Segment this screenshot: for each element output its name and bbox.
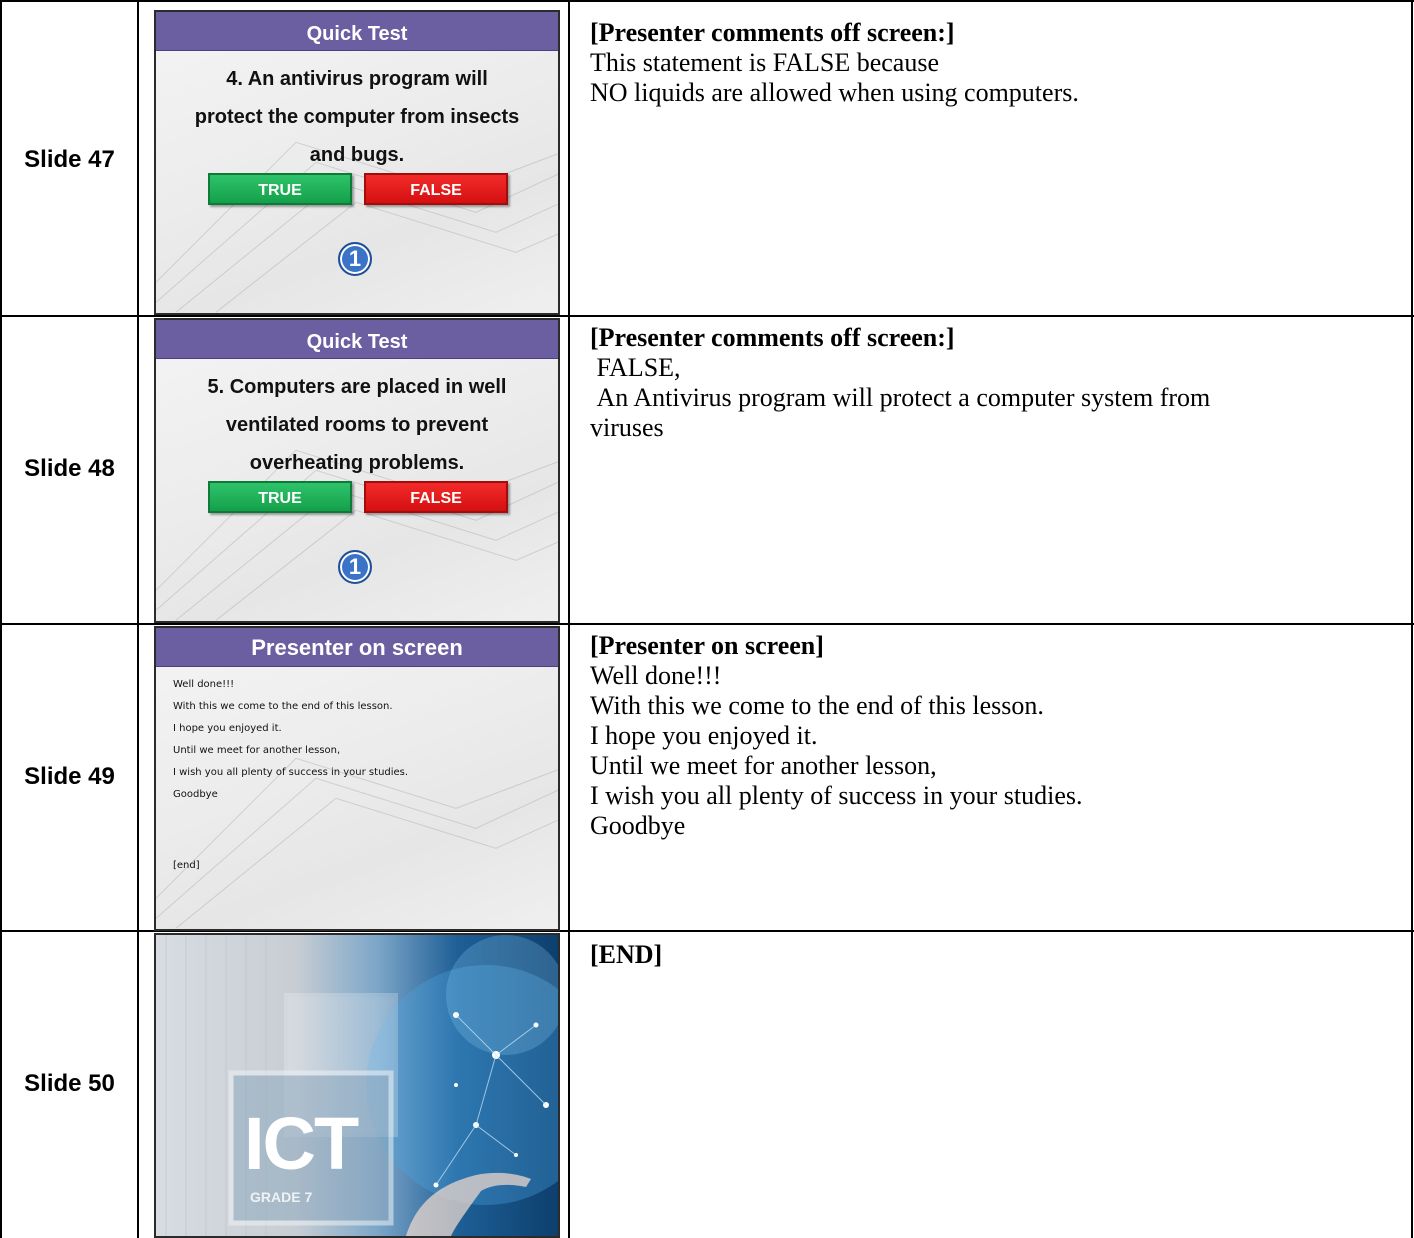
presenter-notes: [Presenter on screen] Well done!!! With …	[590, 631, 1404, 841]
true-button[interactable]: TRUE	[208, 481, 352, 513]
ict-title: ICT	[244, 1102, 359, 1185]
notes-heading: [Presenter comments off screen:]	[590, 18, 955, 47]
notes-line: I wish you all plenty of success in your…	[590, 781, 1083, 810]
slide-thumbnail: Quick Test 5. Computers are placed in we…	[154, 318, 560, 623]
notes-line: I hope you enjoyed it.	[590, 721, 818, 750]
table-border-col1	[137, 0, 139, 1238]
notes-line: FALSE,	[590, 353, 681, 382]
notes-line: Until we meet for another lesson,	[590, 751, 937, 780]
slide-label: Slide 47	[24, 146, 115, 173]
table-border-right	[1411, 0, 1413, 1238]
table-border-top	[0, 0, 1414, 2]
notes-line: viruses	[590, 413, 664, 442]
slide-thumbnail: Presenter on screen Well done!!! With th…	[154, 626, 560, 931]
notes-line: An Antivirus program will protect a comp…	[590, 383, 1211, 412]
slide-thumbnail: Quick Test 4. An antivirus program will …	[154, 10, 560, 315]
ict-cover-art	[165, 935, 558, 1236]
notes-line: NO liquids are allowed when using comput…	[590, 78, 1079, 107]
question-line: ventilated rooms to prevent	[225, 414, 489, 436]
slide-line: I hope you enjoyed it.	[173, 723, 282, 734]
notes-heading: [END]	[590, 940, 663, 969]
slide-header: Quick Test	[156, 12, 558, 51]
row-divider-1	[0, 315, 1414, 317]
notes-line: With this we come to the end of this les…	[590, 691, 1044, 720]
true-button[interactable]: TRUE	[208, 173, 352, 205]
notes-line: Well done!!!	[590, 661, 722, 690]
table-border-left	[0, 0, 2, 1238]
notes-line: This statement is FALSE because	[590, 48, 940, 77]
notes-heading: [Presenter comments off screen:]	[590, 323, 955, 352]
presenter-notes: [Presenter comments off screen:] FALSE, …	[590, 323, 1404, 443]
notes-line: Goodbye	[590, 811, 686, 840]
slide-label: Slide 49	[24, 763, 115, 790]
question-text: 5. Computers are placed in well ventilat…	[164, 368, 550, 482]
notes-heading: [Presenter on screen]	[590, 631, 824, 660]
ict-subtitle: GRADE 7	[250, 1189, 313, 1205]
false-button[interactable]: FALSE	[364, 173, 508, 205]
slide-line: Until we meet for another lesson,	[173, 745, 341, 756]
slide-line: Well done!!!	[173, 679, 235, 690]
number-badge: 1	[338, 242, 372, 276]
slide-line: I wish you all plenty of success in your…	[173, 767, 409, 778]
question-line: protect the computer from insects	[194, 106, 520, 128]
question-line: and bugs.	[309, 144, 405, 166]
table-border-col2	[568, 0, 570, 1238]
row-divider-2	[0, 623, 1414, 625]
question-line: 4. An antivirus program will	[226, 68, 488, 90]
number-badge: 1	[338, 550, 372, 584]
false-button[interactable]: FALSE	[364, 481, 508, 513]
question-line: 5. Computers are placed in well	[207, 376, 507, 398]
slide-label: Slide 50	[24, 1070, 115, 1097]
slide-header: Presenter on screen	[156, 628, 558, 667]
presenter-notes: [Presenter comments off screen:] This st…	[590, 18, 1404, 108]
presenter-notes: [END]	[590, 940, 1404, 970]
question-text: 4. An antivirus program will protect the…	[164, 60, 550, 174]
slide-label: Slide 48	[24, 455, 115, 482]
slide-body-text: Well done!!! With this we come to the en…	[173, 674, 408, 806]
slide-line: Goodbye	[173, 789, 218, 800]
ict-cover-image: ICT GRADE 7	[154, 933, 560, 1238]
slide-header: Quick Test	[156, 320, 558, 359]
question-line: overheating problems.	[249, 452, 465, 474]
slide-end-marker: [end]	[173, 860, 200, 871]
slide-line: With this we come to the end of this les…	[173, 701, 393, 712]
